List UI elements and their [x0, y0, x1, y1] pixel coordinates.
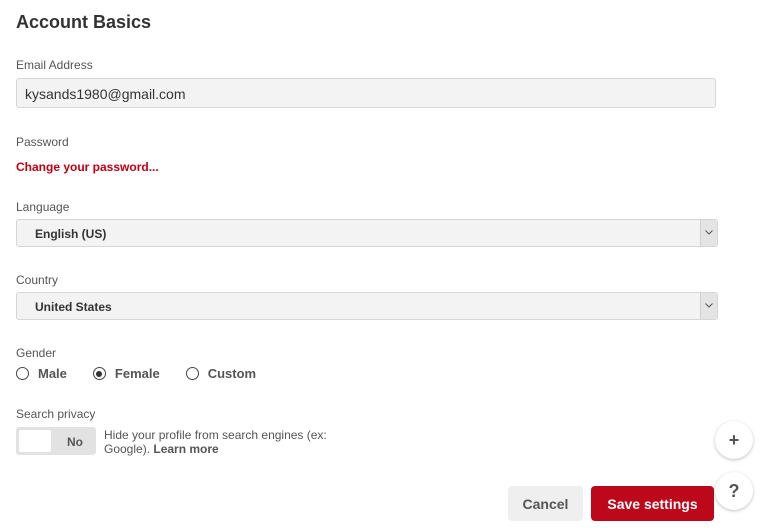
language-dropdown-button[interactable] — [700, 220, 717, 246]
country-selected-value: United States — [35, 300, 112, 314]
change-password-link[interactable]: Change your password... — [16, 160, 159, 174]
chevron-down-icon — [705, 230, 713, 235]
learn-more-link[interactable]: Learn more — [153, 442, 218, 456]
radio-button[interactable] — [16, 367, 29, 380]
email-value: kysands1980@gmail.com — [25, 86, 186, 102]
country-select[interactable]: United States — [16, 292, 718, 320]
cancel-button[interactable]: Cancel — [508, 486, 583, 521]
help-icon: ? — [728, 480, 740, 501]
email-field[interactable]: kysands1980@gmail.com — [16, 78, 716, 108]
radio-button[interactable] — [185, 367, 199, 380]
toggle-knob — [19, 430, 51, 452]
toggle-state-label: No — [67, 435, 83, 449]
gender-option-female[interactable]: Female — [92, 366, 160, 381]
radio-label: Custom — [207, 366, 257, 381]
country-dropdown-button[interactable] — [700, 293, 717, 319]
gender-option-custom[interactable]: Custom — [185, 366, 257, 381]
help-button[interactable]: ? — [715, 472, 753, 510]
country-label: Country — [16, 273, 59, 287]
page-title: Account Basics — [16, 12, 152, 32]
language-selected-value: English (US) — [35, 227, 107, 241]
plus-icon: + — [728, 429, 740, 450]
chevron-down-icon — [705, 303, 713, 308]
add-button[interactable]: + — [715, 421, 753, 459]
language-label: Language — [16, 200, 70, 214]
email-label: Email Address — [16, 58, 93, 72]
save-settings-button[interactable]: Save settings — [591, 486, 714, 521]
search-privacy-description: Hide your profile from search engines (e… — [104, 428, 344, 456]
radio-label: Female — [114, 366, 160, 381]
password-label: Password — [16, 135, 69, 149]
radio-label: Male — [38, 366, 67, 381]
radio-button-checked[interactable] — [92, 367, 106, 380]
gender-option-male[interactable]: Male — [16, 366, 67, 381]
gender-radio-group: Male Female Custom — [16, 366, 282, 381]
search-privacy-label: Search privacy — [16, 407, 96, 421]
search-privacy-toggle[interactable]: No — [16, 427, 96, 455]
gender-label: Gender — [16, 346, 57, 360]
language-select[interactable]: English (US) — [16, 219, 718, 247]
